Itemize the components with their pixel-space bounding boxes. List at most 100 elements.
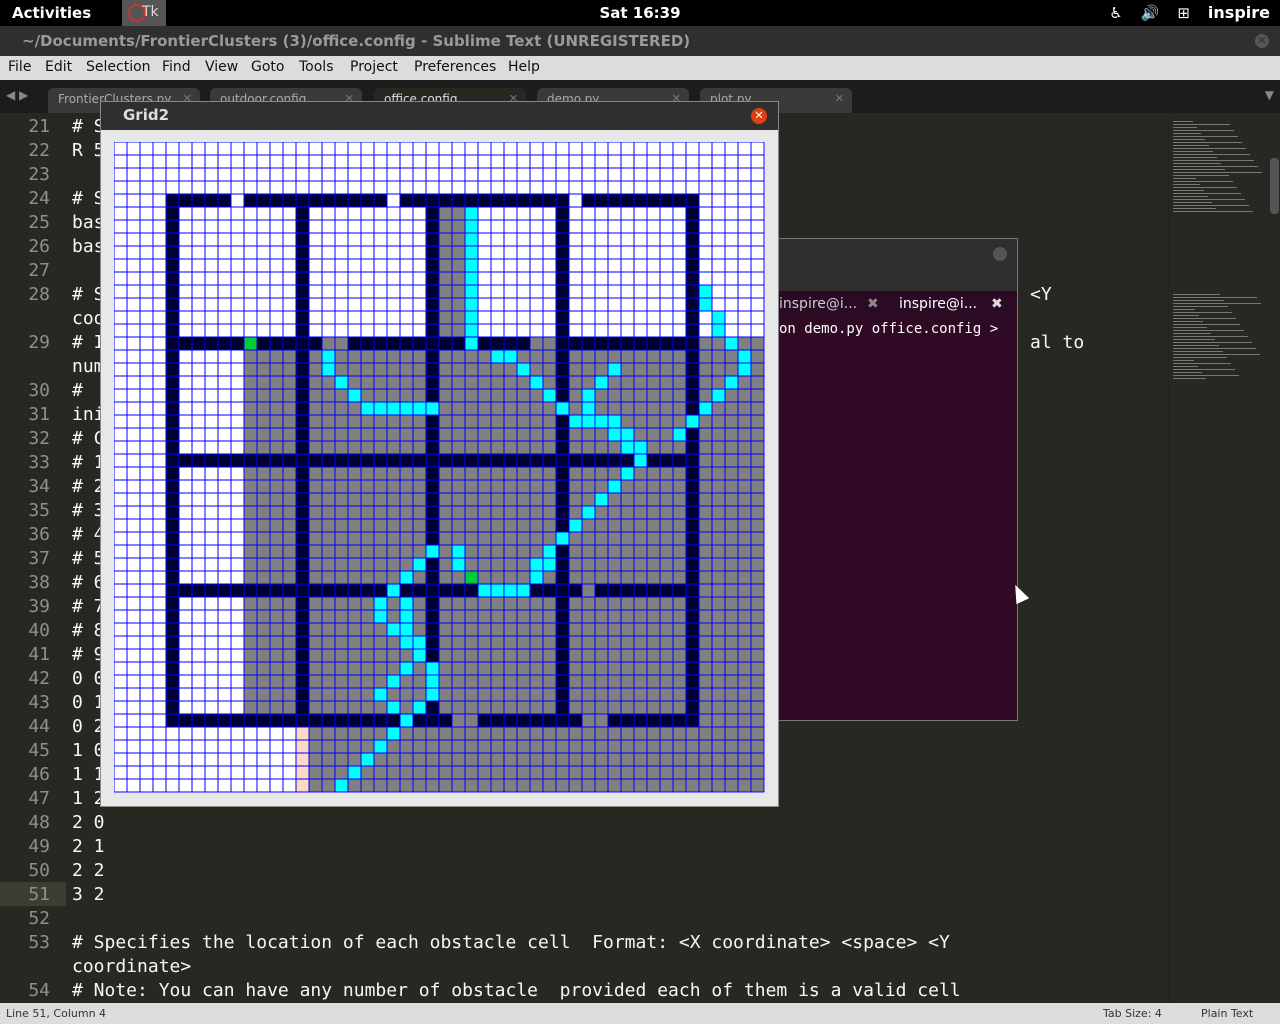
menu-selection[interactable]: Selection [86, 59, 151, 75]
grid2-window[interactable]: Grid2 ✕ [100, 101, 779, 807]
explored-cell [308, 622, 323, 637]
free-cell [594, 271, 609, 286]
close-window-icon[interactable]: ✕ [1255, 34, 1269, 48]
free-cell [659, 245, 674, 260]
free-cell [607, 206, 622, 221]
wall-cell [165, 375, 180, 390]
free-cell [152, 284, 167, 299]
menu-help[interactable]: Help [508, 59, 540, 75]
menu-file[interactable]: File [8, 59, 31, 75]
explored-cell [503, 375, 518, 390]
menu-edit[interactable]: Edit [45, 59, 72, 75]
explored-cell [308, 661, 323, 676]
explored-cell [373, 440, 388, 455]
terminal-tab-2[interactable]: inspire@i... [899, 291, 977, 317]
wall-cell [425, 232, 440, 247]
explored-cell [321, 401, 336, 416]
network-icon[interactable]: ⊞ [1177, 4, 1190, 22]
explored-cell [750, 700, 765, 715]
explored-cell [724, 752, 739, 767]
free-cell [516, 284, 531, 299]
free-cell [230, 323, 245, 338]
free-cell [659, 258, 674, 273]
explored-cell [568, 661, 583, 676]
explored-cell [256, 648, 271, 663]
free-cell [230, 726, 245, 741]
explored-cell [750, 674, 765, 689]
explored-cell [360, 765, 375, 780]
explored-cell [672, 726, 687, 741]
menu-project[interactable]: Project [350, 59, 398, 75]
terminal-body[interactable] [771, 317, 1017, 720]
line-number: 53 [28, 932, 50, 953]
free-cell [243, 765, 258, 780]
free-cell [139, 167, 154, 182]
explored-cell [620, 661, 635, 676]
free-cell [204, 388, 219, 403]
close-window-icon[interactable] [993, 247, 1007, 261]
free-cell [490, 310, 505, 325]
cursor-position[interactable]: Line 51, Column 4 [6, 1007, 106, 1020]
free-cell [724, 219, 739, 234]
wall-cell [555, 492, 570, 507]
free-cell [321, 232, 336, 247]
clock[interactable]: Sat 16:39 [0, 4, 1280, 22]
menu-find[interactable]: Find [162, 59, 191, 75]
wall-cell [425, 388, 440, 403]
terminal-window[interactable]: inspire@i... ✖ inspire@i... ✖ on demo.py… [770, 238, 1018, 721]
tab-overflow-icon[interactable]: ▼ [1265, 88, 1274, 102]
wall-cell [542, 583, 557, 598]
explored-cell [646, 388, 661, 403]
accessibility-icon[interactable]: ♿ [1109, 4, 1122, 22]
user-menu[interactable]: inspire [1208, 3, 1270, 22]
close-tab-icon[interactable]: ✖ [991, 291, 1003, 317]
explored-cell [490, 661, 505, 676]
explored-cell [724, 492, 739, 507]
minimap[interactable] [1168, 113, 1280, 1003]
line-number: 43 [28, 692, 50, 713]
path-cell [542, 557, 557, 572]
minimap-line [1173, 372, 1202, 373]
explored-cell [737, 388, 752, 403]
explored-cell [646, 479, 661, 494]
menu-preferences[interactable]: Preferences [414, 59, 496, 75]
explored-cell [412, 765, 427, 780]
scrollbar-thumb[interactable] [1270, 158, 1279, 214]
syntax-mode[interactable]: Plain Text [1201, 1007, 1253, 1020]
terminal-tab-1[interactable]: inspire@i... [779, 291, 857, 317]
close-tab-icon[interactable]: ✕ [835, 88, 844, 110]
explored-cell [308, 414, 323, 429]
line-number: 27 [28, 260, 50, 281]
explored-cell [321, 479, 336, 494]
free-cell [334, 206, 349, 221]
free-cell [191, 206, 206, 221]
menu-goto[interactable]: Goto [251, 59, 284, 75]
tab-size[interactable]: Tab Size: 4 [1103, 1007, 1162, 1020]
menu-view[interactable]: View [205, 59, 238, 75]
free-cell [191, 752, 206, 767]
explored-cell [451, 661, 466, 676]
volume-icon[interactable]: 🔊 [1141, 4, 1160, 22]
explored-cell [477, 401, 492, 416]
free-cell [139, 154, 154, 169]
explored-cell [321, 544, 336, 559]
explored-cell [334, 752, 349, 767]
occupancy-grid[interactable] [114, 142, 765, 793]
explored-cell [360, 492, 375, 507]
path-cell [594, 492, 609, 507]
wall-cell [165, 310, 180, 325]
free-cell [139, 661, 154, 676]
explored-cell [503, 648, 518, 663]
free-cell [204, 570, 219, 585]
close-window-icon[interactable]: ✕ [751, 108, 767, 124]
menu-tools[interactable]: Tools [299, 59, 334, 75]
close-tab-icon[interactable]: ✖ [867, 291, 879, 317]
wall-cell [295, 648, 310, 663]
minimap-line [1173, 136, 1238, 137]
free-cell [308, 258, 323, 273]
tab-nav-arrows-icon[interactable]: ◀ ▶ [6, 88, 28, 102]
explored-cell [568, 544, 583, 559]
explored-cell [282, 700, 297, 715]
explored-cell [724, 661, 739, 676]
free-cell [607, 284, 622, 299]
